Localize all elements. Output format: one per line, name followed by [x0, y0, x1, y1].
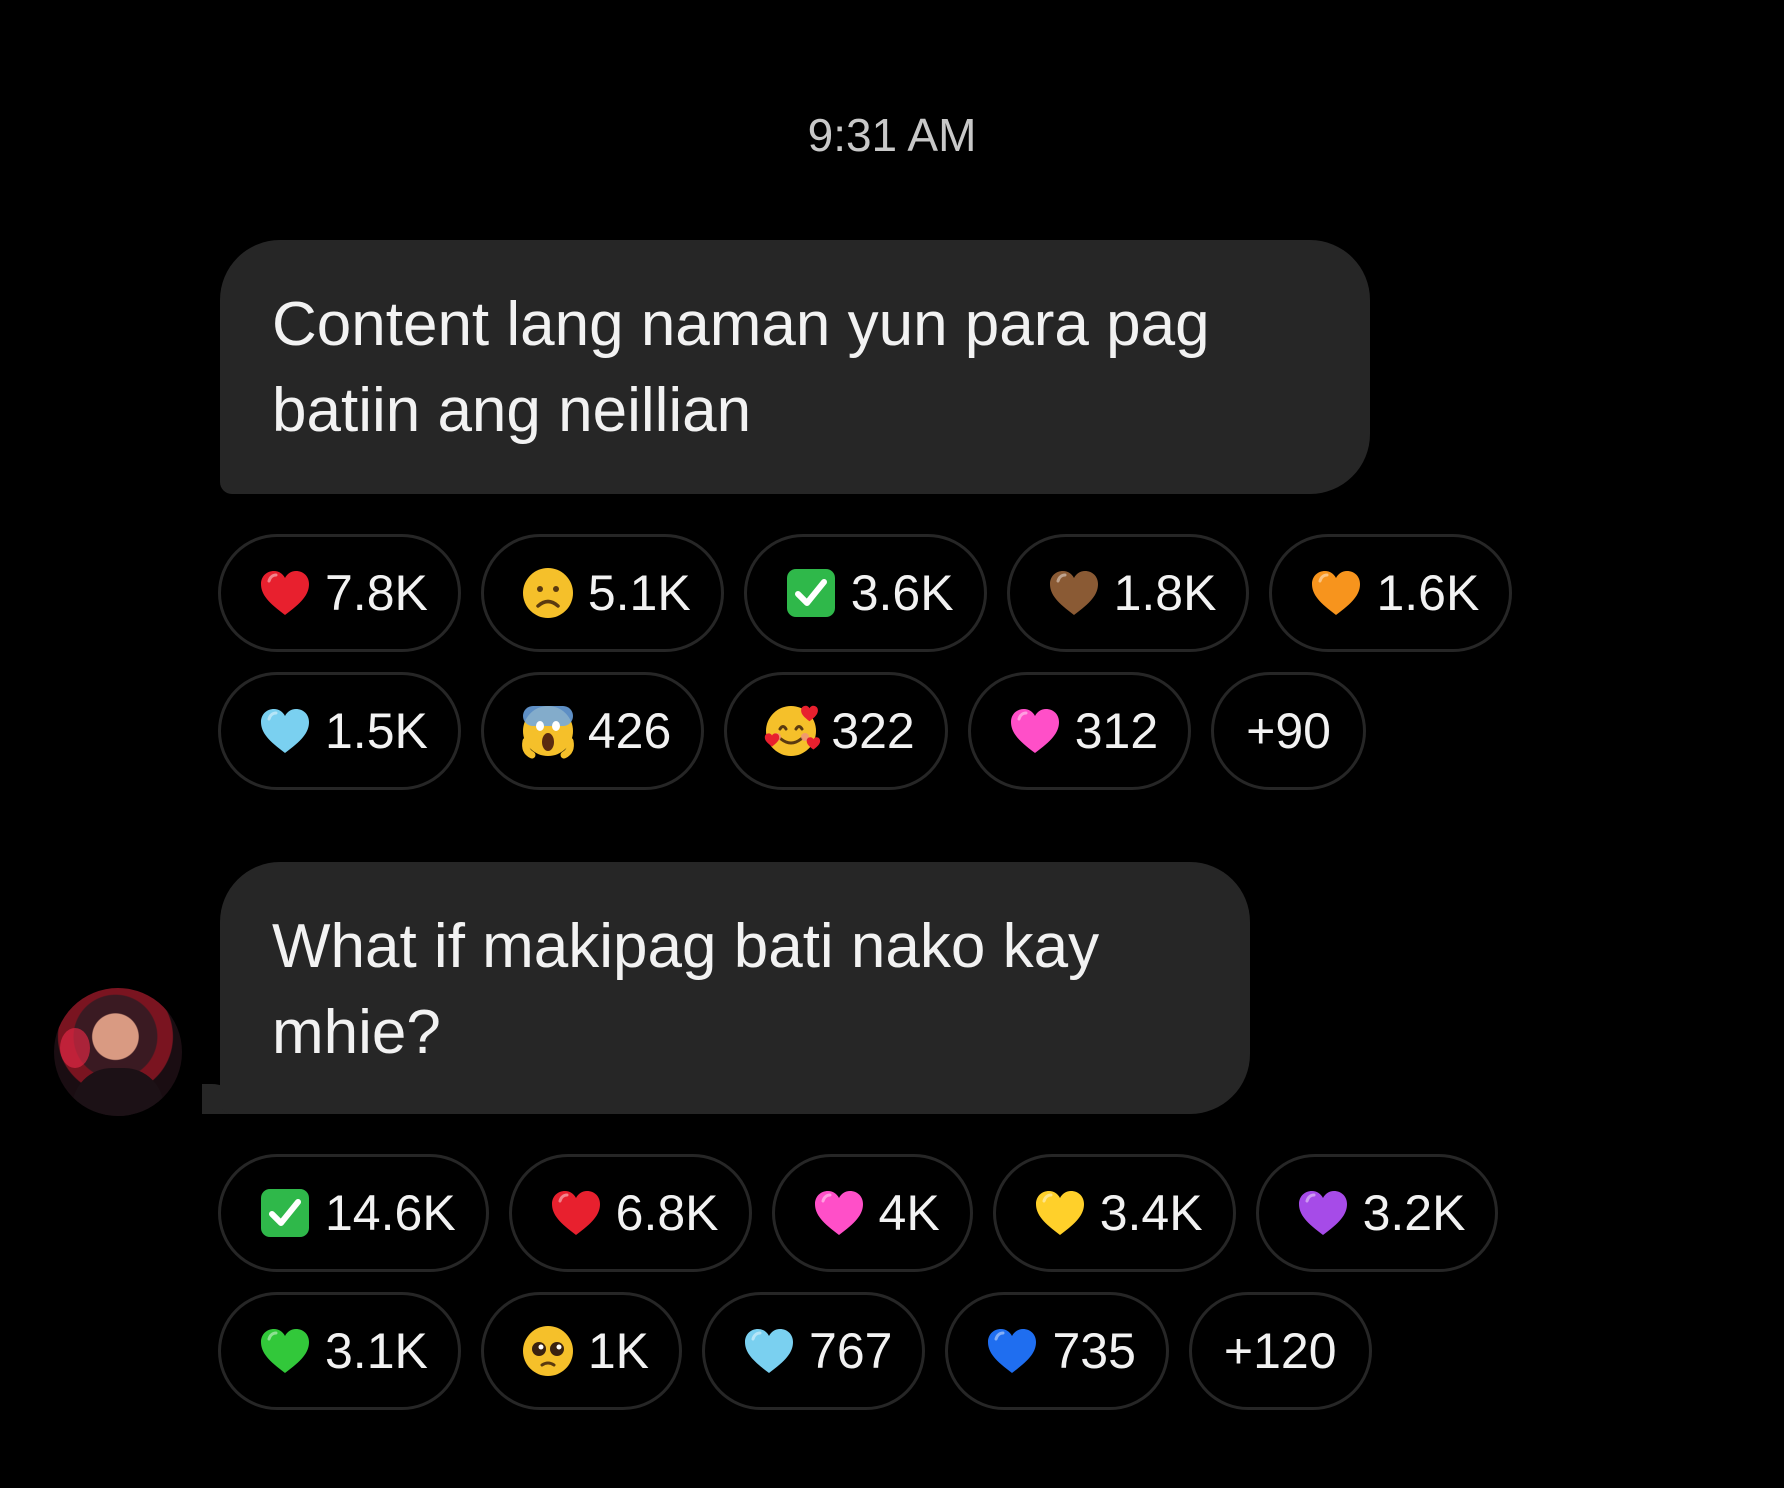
reaction-pill[interactable]: 767 — [702, 1292, 926, 1410]
more-reactions-button[interactable]: +90 — [1211, 672, 1366, 790]
avatar-glow — [60, 1028, 90, 1068]
purple-heart-icon — [1293, 1183, 1353, 1243]
yellow-heart-icon — [1030, 1183, 1090, 1243]
reaction-pill[interactable]: 7.8K — [218, 534, 461, 652]
reaction-pill[interactable]: 3.6K — [743, 534, 987, 652]
message-text-line: batiin ang neillian — [272, 376, 752, 445]
red-heart-icon — [546, 1183, 606, 1243]
message-text-line: Content lang naman yun para pag — [272, 290, 1210, 359]
reaction-count: 4K — [878, 1185, 940, 1241]
light-blue-heart-icon — [255, 701, 315, 761]
more-reactions-count: +90 — [1246, 703, 1331, 759]
reaction-count: 6.8K — [615, 1185, 719, 1241]
reaction-pill[interactable]: 1K — [480, 1292, 683, 1410]
reaction-pill[interactable]: 3.4K — [992, 1154, 1236, 1272]
reaction-pill[interactable]: 4K — [771, 1154, 973, 1272]
avatar-shirt — [72, 1068, 164, 1116]
reaction-pill[interactable]: 1.5K — [218, 672, 461, 790]
message-text-line: What if makipag bati nako kay — [272, 912, 1100, 981]
reaction-count: 322 — [831, 703, 915, 759]
reaction-row: 7.8K 5.1K 3.6K 1.8K 1.6K — [218, 534, 1513, 652]
check-mark-button-icon — [255, 1183, 315, 1243]
reaction-count: 767 — [809, 1323, 893, 1379]
pleading-face-icon — [518, 1321, 578, 1381]
reaction-pill[interactable]: 312 — [967, 672, 1192, 790]
screaming-face-icon — [518, 701, 578, 761]
reaction-count: 312 — [1074, 703, 1159, 759]
reaction-pill[interactable]: 426 — [480, 672, 705, 790]
reaction-pill[interactable]: 1.6K — [1269, 534, 1513, 652]
blue-heart-icon — [982, 1321, 1042, 1381]
reaction-count: 3.1K — [325, 1323, 428, 1379]
pink-heart-icon — [1005, 701, 1065, 761]
light-blue-heart-icon — [739, 1321, 799, 1381]
reaction-pill[interactable]: 14.6K — [218, 1154, 489, 1272]
more-reactions-count: +120 — [1223, 1323, 1337, 1379]
reaction-pill[interactable]: 3.2K — [1255, 1154, 1499, 1272]
reaction-pill[interactable]: 3.1K — [218, 1292, 461, 1410]
message-bubble-2[interactable]: What if makipag bati nako kay mhie? — [220, 862, 1250, 1114]
pink-heart-icon — [809, 1183, 869, 1243]
reaction-count: 735 — [1052, 1323, 1136, 1379]
message-timestamp: 9:31 AM — [807, 109, 977, 161]
smiling-face-with-hearts-icon — [761, 701, 821, 761]
reaction-row: 14.6K 6.8K 4K 3.4K 3.2K — [218, 1154, 1499, 1272]
reaction-count: 1.6K — [1376, 565, 1480, 621]
reaction-pill[interactable]: 1.8K — [1006, 534, 1250, 652]
reaction-pill[interactable]: 5.1K — [480, 534, 724, 652]
reaction-count: 3.4K — [1099, 1185, 1203, 1241]
reaction-count: 3.6K — [850, 565, 954, 621]
reaction-bar-2: 14.6K 6.8K 4K 3.4K 3.2K 3.1K 1K 767 735 … — [218, 1154, 1499, 1430]
green-heart-icon — [255, 1321, 315, 1381]
more-reactions-button[interactable]: +120 — [1188, 1292, 1372, 1410]
reaction-count: 1.8K — [1113, 565, 1217, 621]
brown-heart-icon — [1044, 563, 1104, 623]
avatar[interactable] — [54, 988, 182, 1116]
orange-heart-icon — [1306, 563, 1366, 623]
reaction-count: 3.2K — [1362, 1185, 1466, 1241]
reaction-row: 1.5K 426 322 312 +90 — [218, 672, 1512, 790]
reaction-count: 7.8K — [325, 565, 428, 621]
reaction-count: 1K — [587, 1323, 650, 1379]
reaction-count: 5.1K — [587, 565, 691, 621]
frowning-face-icon — [518, 563, 578, 623]
red-heart-icon — [255, 563, 315, 623]
message-bubble-1[interactable]: Content lang naman yun para pag batiin a… — [220, 240, 1370, 494]
reaction-bar-1: 7.8K 5.1K 3.6K 1.8K 1.6K 1.5K 426 322 31… — [218, 534, 1513, 810]
reaction-count: 1.5K — [325, 703, 428, 759]
reaction-count: 14.6K — [325, 1185, 456, 1241]
message-text-line: mhie? — [272, 998, 441, 1067]
reaction-count: 426 — [587, 703, 672, 759]
check-mark-button-icon — [781, 563, 841, 623]
reaction-pill[interactable]: 6.8K — [508, 1154, 752, 1272]
reaction-row: 3.1K 1K 767 735 +120 — [218, 1292, 1498, 1410]
reaction-pill[interactable]: 735 — [945, 1292, 1169, 1410]
reaction-pill[interactable]: 322 — [724, 672, 948, 790]
